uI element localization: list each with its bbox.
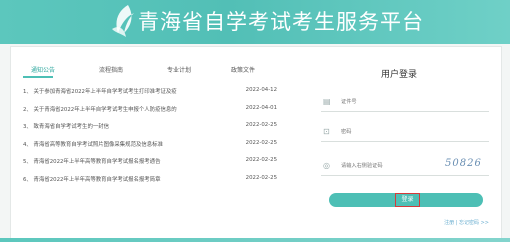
login-title: 用户登录 — [381, 70, 418, 80]
list-item[interactable]: 1、 关于参加青海省2022年上半年自学考试考生打印准考证及疫 2022-04-… — [23, 87, 303, 98]
news-date: 2022-02-25 — [245, 122, 277, 128]
captcha-field: ◎ 50826 — [321, 158, 489, 176]
header-banner: 青海省自学考试考生服务平台 — [0, 0, 510, 44]
list-item[interactable]: 2、 关于青海省2022年上半年自学考试考生申报个人防疫信息的 2022-04-… — [23, 105, 303, 116]
lock-icon: ⊡ — [323, 127, 330, 136]
captcha-image[interactable]: 50826 — [445, 158, 485, 172]
news-title[interactable]: 2、 关于青海省2022年上半年自学考试考生申报个人防疫信息的 — [23, 105, 177, 113]
username-input[interactable] — [341, 96, 451, 108]
notice-section: 通知公告 流程指南 专业计划 政策文件 1、 关于参加青海省2022年上半年自学… — [11, 47, 307, 240]
id-card-icon: ▤ — [323, 97, 331, 106]
news-list: 1、 关于参加青海省2022年上半年自学考试考生打印准考证及疫 2022-04-… — [23, 87, 303, 192]
news-title[interactable]: 5、 青海省2022年上半年高等教育自学考试报名报考通告 — [23, 157, 160, 165]
news-date: 2022-02-25 — [245, 174, 277, 181]
news-title[interactable]: 4、 青海省高等教育自学考试照片图像采集规范及信息标准 — [23, 140, 163, 148]
list-item[interactable]: 3、 致青海省自学考试考生的一封信 2022-02-25 — [23, 122, 303, 133]
tab-process-guide[interactable]: 流程指南 — [99, 65, 123, 77]
account-links[interactable]: 注册 | 忘记密码 >> — [444, 219, 489, 226]
login-section: 用户登录 ▤ ⊡ ◎ 50826 登录 注册 | 忘记密码 >> — [307, 47, 501, 240]
news-date: 2022-04-12 — [245, 87, 277, 93]
site-title: 青海省自学考试考生服务平台 — [138, 10, 424, 34]
tab-policy-files[interactable]: 政策文件 — [231, 65, 255, 77]
list-item[interactable]: 5、 青海省2022年上半年高等教育自学考试报名报考通告 2022-02-25 — [23, 157, 303, 168]
list-item[interactable]: 6、 青海省2022年上半年高等教育自学考试报名报考简章 2022-02-25 — [23, 175, 303, 186]
news-title[interactable]: 3、 致青海省自学考试考生的一封信 — [23, 122, 109, 130]
shield-check-icon: ◎ — [323, 161, 330, 170]
news-date: 2022-02-25 — [245, 139, 277, 146]
leaf-logo-icon — [112, 5, 134, 37]
active-tab-indicator — [23, 76, 53, 78]
tab-major-plan[interactable]: 专业计划 — [167, 65, 191, 77]
login-button-label: 登录 — [395, 193, 420, 207]
main-panel: 通知公告 流程指南 专业计划 政策文件 1、 关于参加青海省2022年上半年自学… — [10, 46, 502, 241]
footer-bar — [0, 238, 510, 242]
notice-tabs: 通知公告 流程指南 专业计划 政策文件 — [23, 65, 305, 77]
login-button[interactable]: 登录 — [329, 193, 483, 207]
news-date: 2022-04-01 — [245, 104, 277, 111]
password-field: ⊡ — [321, 125, 489, 142]
password-input[interactable] — [341, 126, 451, 138]
news-date: 2022-02-25 — [245, 157, 277, 163]
news-title[interactable]: 6、 青海省2022年上半年高等教育自学考试报名报考简章 — [23, 175, 160, 183]
username-field: ▤ — [321, 95, 489, 112]
list-item[interactable]: 4、 青海省高等教育自学考试照片图像采集规范及信息标准 2022-02-25 — [23, 140, 303, 151]
news-title[interactable]: 1、 关于参加青海省2022年上半年自学考试考生打印准考证及疫 — [23, 87, 177, 95]
captcha-input[interactable] — [341, 160, 451, 172]
